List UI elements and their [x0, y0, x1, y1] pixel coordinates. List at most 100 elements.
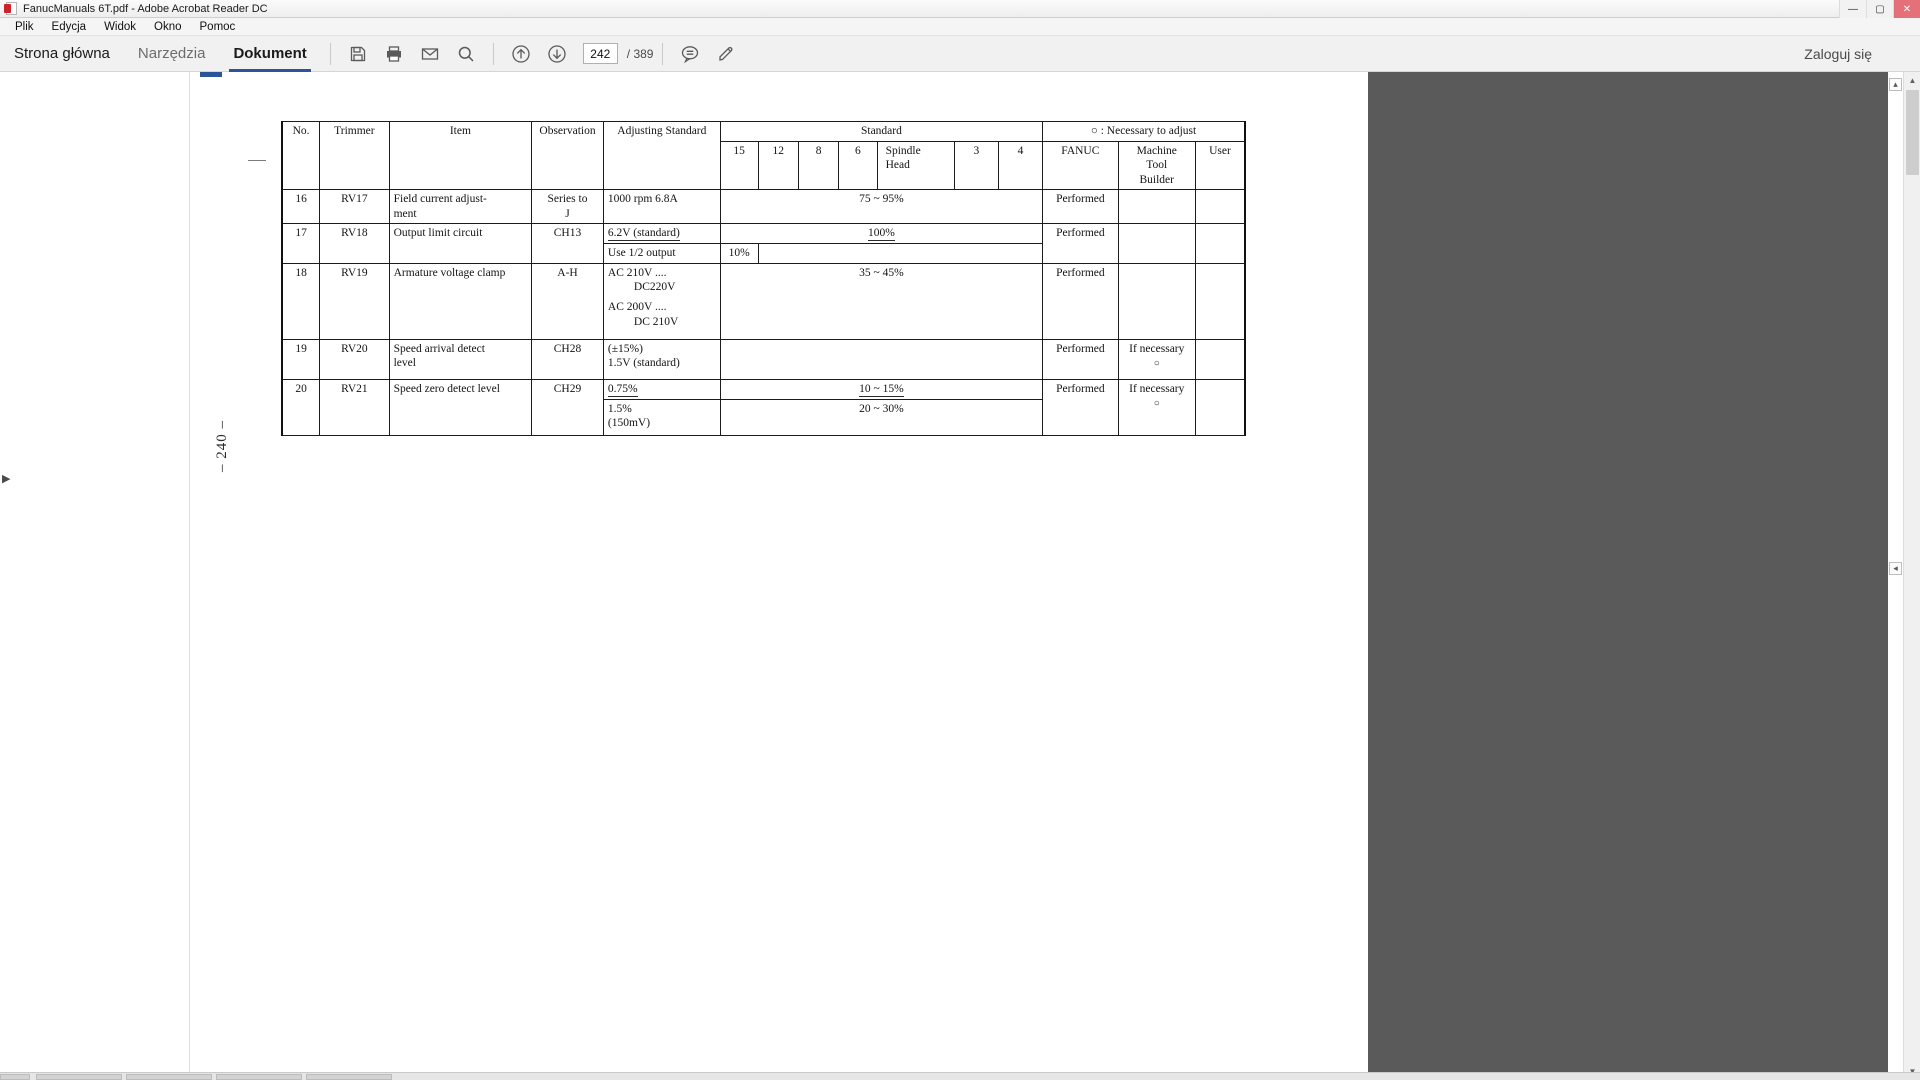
mtb-line3: Builder: [1139, 173, 1175, 186]
header-std-6: 6: [838, 140, 878, 191]
menu-item-widok[interactable]: Widok: [95, 18, 145, 36]
row20-mtb-mark: ○: [1153, 398, 1160, 409]
row18-observation: A-H: [531, 262, 604, 340]
table-row: 20 RV21 Speed zero detect level CH29 0.7…: [281, 378, 1246, 437]
menu-item-edycja[interactable]: Edycja: [43, 18, 96, 36]
row20-fanuc: Performed: [1042, 378, 1119, 437]
row16-fanuc: Performed: [1042, 189, 1119, 224]
sign-in-label[interactable]: Zaloguj się: [1804, 36, 1872, 72]
row17-standard-a-text: 100%: [868, 226, 895, 242]
pdf-page: – 240 – No. Trimmer Item Observation Adj…: [190, 72, 1368, 1080]
row17-standard-rest: [757, 243, 1044, 264]
header-machine-tool-builder: Machine Tool Builder: [1117, 140, 1196, 191]
row17-standard-value-b: 10%: [719, 243, 759, 264]
scroll-up-icon[interactable]: ▲: [1904, 72, 1920, 89]
row17-item: Output limit circuit: [388, 222, 533, 264]
collapse-pane-button[interactable]: ◂: [1889, 562, 1902, 575]
row16-obs-line2: J: [565, 207, 570, 220]
adjustment-table: No. Trimmer Item Observation Adjusting S…: [281, 120, 1247, 437]
header-observation: Observation: [531, 120, 604, 191]
row18-standard-value: 35 ~ 45%: [719, 262, 1044, 340]
row19-standard-value: [719, 338, 1044, 380]
taskbar-item-4[interactable]: [306, 1074, 392, 1080]
header-no: No.: [281, 120, 321, 191]
menu-item-plik[interactable]: Plik: [6, 18, 43, 36]
row18-no: 18: [281, 262, 321, 340]
row16-item-line2: ment: [393, 207, 417, 220]
row20-observation: CH29: [531, 378, 604, 437]
row16-obs-line1: Series to: [547, 193, 588, 206]
tab-home[interactable]: Strona główna: [0, 36, 124, 72]
taskbar-item-2[interactable]: [126, 1074, 212, 1080]
header-std-spindle-head: Spindle Head: [876, 140, 955, 191]
window-controls: — ▢ ✕: [1839, 0, 1920, 18]
header-adjusting-standard: Adjusting Standard: [602, 120, 721, 191]
header-std-12: 12: [757, 140, 799, 191]
row18-adj-line1: AC 210V ....: [607, 266, 667, 279]
row18-adj-line3: AC 200V ....: [607, 301, 667, 314]
tab-tools[interactable]: Narzędzia: [124, 36, 220, 72]
row20-standard-value-b: 20 ~ 30%: [719, 399, 1044, 436]
highlight-icon[interactable]: [713, 41, 739, 67]
print-icon[interactable]: [381, 41, 407, 67]
header-user: User: [1194, 140, 1246, 191]
row20-adj-line3: (150mV): [607, 417, 651, 430]
table-header-row-1: No. Trimmer Item Observation Adjusting S…: [281, 120, 1247, 191]
row19-user: [1194, 338, 1246, 380]
row18-fanuc: Performed: [1042, 262, 1119, 340]
tab-document[interactable]: Dokument: [219, 36, 320, 72]
row17-user: [1194, 222, 1246, 264]
row19-no: 19: [281, 338, 321, 380]
viewer-left-margin: ▶: [0, 72, 190, 1080]
menu-bar: Plik Edycja Widok Okno Pomoc: [0, 18, 1920, 36]
header-trimmer: Trimmer: [319, 120, 390, 191]
row17-fanuc: Performed: [1042, 222, 1119, 264]
taskbar-item-3[interactable]: [216, 1074, 302, 1080]
document-page-label: – 240 –: [214, 420, 230, 472]
next-page-icon[interactable]: [544, 41, 570, 67]
row17-adjusting-a-text: 6.2V (standard): [607, 226, 680, 242]
row20-adjusting-b: 1.5% (150mV): [602, 399, 721, 436]
scrollbar-thumb[interactable]: [1906, 90, 1919, 175]
pdf-viewer: ▶ – 240 – No. Trimmer Item Observation A…: [0, 72, 1920, 1080]
mtb-line2: Tool: [1146, 159, 1168, 172]
header-fanuc: FANUC: [1042, 140, 1119, 191]
table-row: 16 RV17 Field current adjust- ment Serie…: [281, 189, 1246, 224]
row18-adj-line4: DC 210V: [633, 315, 679, 328]
toolbar-divider-3: [662, 42, 664, 65]
menu-item-okno[interactable]: Okno: [145, 18, 191, 36]
previous-page-icon[interactable]: [508, 41, 534, 67]
row20-adj-line2: 1.5%: [607, 403, 632, 415]
search-icon[interactable]: [453, 41, 479, 67]
scan-artifact-dash: [248, 160, 266, 161]
header-necessary-note: ○ : Necessary to adjust: [1042, 121, 1247, 142]
page-total-label: / 389: [626, 46, 654, 61]
mtb-line1: Machine: [1136, 145, 1177, 157]
vertical-scrollbar[interactable]: ▲ ▼: [1903, 72, 1920, 1080]
email-icon[interactable]: [417, 41, 443, 67]
toolbar-divider: [329, 42, 331, 65]
taskbar-item-1[interactable]: [36, 1074, 122, 1080]
save-icon[interactable]: [345, 41, 371, 67]
taskbar-start-button[interactable]: [0, 1074, 30, 1080]
maximize-button[interactable]: ▢: [1866, 0, 1893, 18]
minimize-button[interactable]: —: [1839, 0, 1866, 18]
row19-adj-line2: 1.5V (standard): [607, 357, 680, 369]
page-number-input[interactable]: 242: [582, 43, 618, 64]
row19-fanuc: Performed: [1042, 338, 1119, 380]
row17-adjusting-b: Use 1/2 output: [602, 243, 721, 264]
table-row: 17 RV18 Output limit circuit CH13 6.2V (…: [281, 222, 1246, 264]
row19-trimmer: RV20: [319, 338, 390, 380]
close-button[interactable]: ✕: [1893, 0, 1920, 18]
expand-panel-arrow-icon[interactable]: ▶: [2, 472, 12, 486]
window-title: FanucManuals 6T.pdf - Adobe Acrobat Read…: [23, 2, 268, 15]
comment-icon[interactable]: [677, 41, 703, 67]
row16-standard-value: 75 ~ 95%: [719, 189, 1044, 224]
row20-standard-a-text: 10 ~ 15%: [859, 382, 904, 397]
main-toolbar: Strona główna Narzędzia Dokument 242 / 3…: [0, 36, 1920, 72]
row18-user: [1194, 262, 1246, 340]
show-toolbar-button[interactable]: ▴: [1889, 78, 1902, 91]
row16-item-line1: Field current adjust-: [393, 193, 487, 206]
menu-item-pomoc[interactable]: Pomoc: [191, 18, 245, 36]
row19-mtb: If necessary ○: [1117, 338, 1196, 380]
